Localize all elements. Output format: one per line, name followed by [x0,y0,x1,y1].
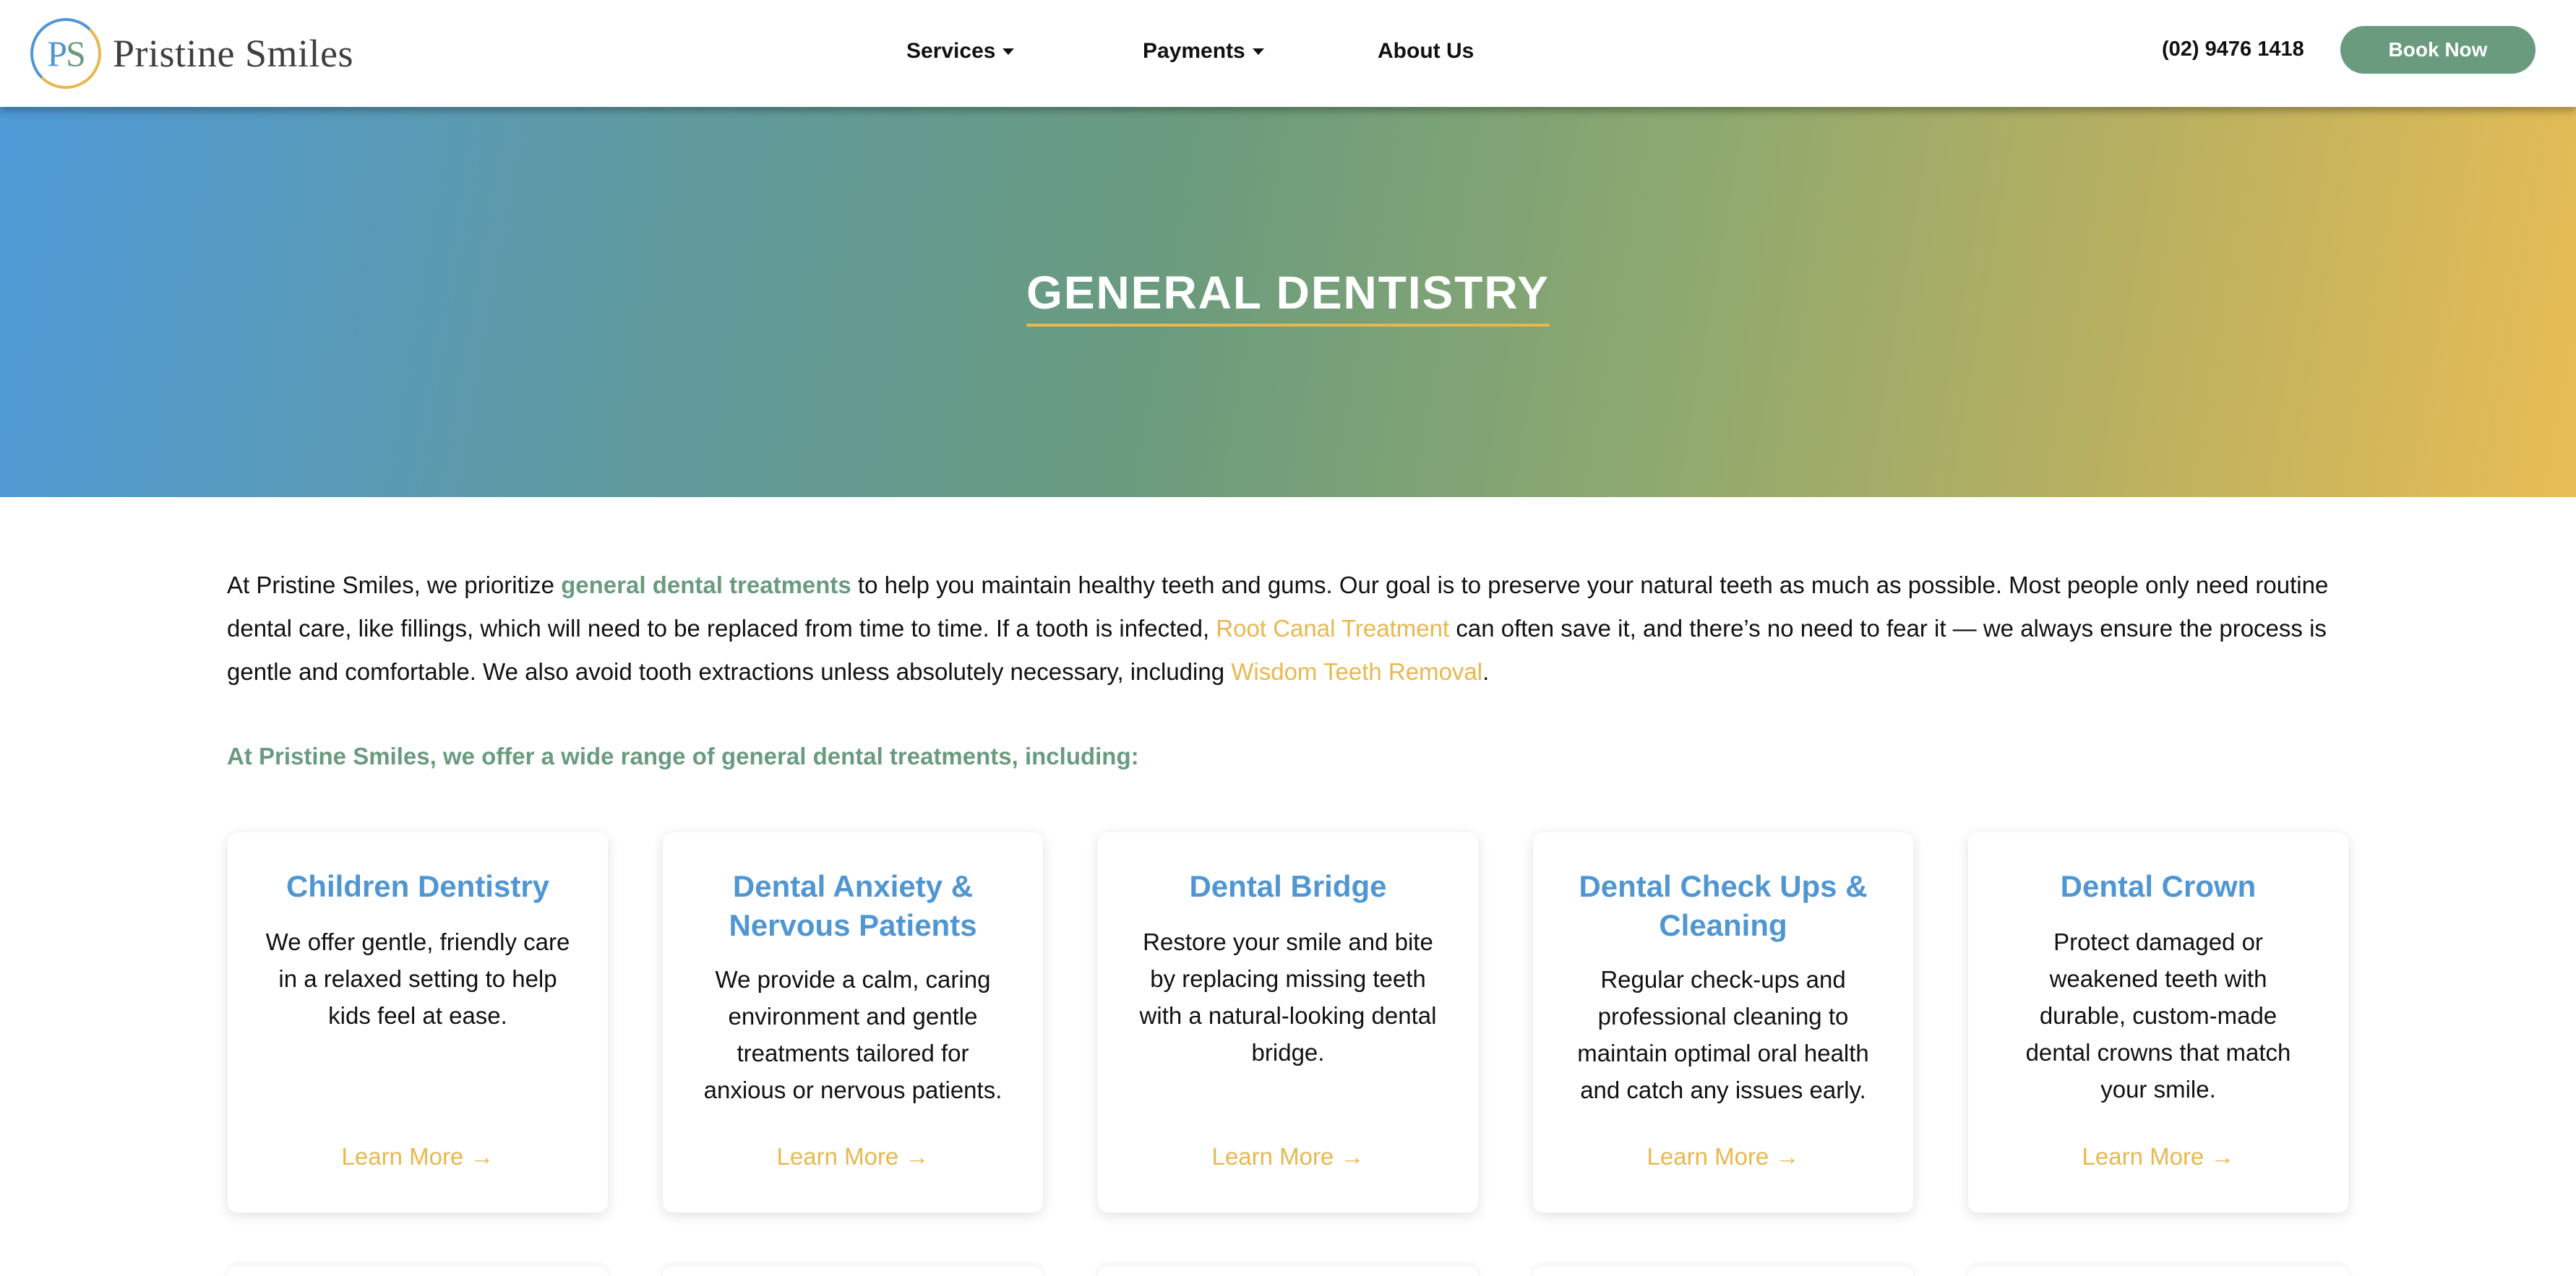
nav-about-us[interactable]: About Us [1378,39,1474,64]
service-card-next-row [663,1266,1043,1276]
service-card-next-row [1968,1266,2348,1276]
learn-more-link[interactable]: Learn More → [1098,1143,1478,1171]
card-title: Dental Crown [2060,869,2257,903]
page-title-text: GENERAL DENTISTRY [1026,266,1550,327]
phone-link[interactable]: (02) 9476 1418 [2162,38,2304,61]
service-card-dental-crown: Dental Crown Protect damaged or weakened… [1968,832,2348,1212]
hero-banner: GENERAL DENTISTRY [0,107,2576,497]
card-description: Protect damaged or weakened teeth with d… [2025,928,2291,1103]
card-title: Dental Bridge [1189,869,1387,903]
card-description: We provide a calm, caring environment an… [703,966,1003,1103]
intro-text: At Pristine Smiles, we prioritize [227,572,562,598]
general-treatments-link[interactable]: general dental treatments [561,572,851,598]
wisdom-teeth-link[interactable]: Wisdom Teeth Removal [1231,658,1482,685]
site-header: PS Pristine Smiles Services Payments Abo… [0,0,2576,107]
nav-services-label: Services [906,39,996,63]
learn-more-link[interactable]: Learn More → [1533,1143,1913,1171]
nav-payments[interactable]: Payments [1143,39,1264,64]
root-canal-link[interactable]: Root Canal Treatment [1216,615,1449,642]
page-title: GENERAL DENTISTRY [0,266,2576,327]
nav-services[interactable]: Services [906,39,1015,64]
nav-about-us-label: About Us [1378,39,1474,63]
chevron-down-icon [1003,48,1015,55]
card-title: Dental Anxiety & Nervous Patients [729,869,977,942]
service-card-dental-anxiety: Dental Anxiety & Nervous Patients We pro… [663,832,1043,1212]
service-card-children-dentistry: Children Dentistry We offer gentle, frie… [228,832,608,1212]
card-description: Regular check-ups and professional clean… [1577,966,1869,1103]
card-description: We offer gentle, friendly care in a rela… [265,928,570,1029]
learn-more-link[interactable]: Learn More → [228,1143,608,1171]
card-title: Dental Check Ups & Cleaning [1579,869,1868,942]
book-now-button[interactable]: Book Now [2340,26,2536,74]
nav-payments-label: Payments [1143,39,1245,63]
service-card-next-row [1533,1266,1913,1276]
intro-text: . [1482,658,1490,685]
learn-more-link[interactable]: Learn More → [663,1143,1043,1171]
intro-paragraph: At Pristine Smiles, we prioritize genera… [227,564,2345,694]
card-description: Restore your smile and bite by replacing… [1139,928,1437,1066]
card-title: Children Dentistry [285,869,550,903]
service-card-check-ups-cleaning: Dental Check Ups & Cleaning Regular chec… [1533,832,1913,1212]
learn-more-link[interactable]: Learn More → [1968,1143,2348,1171]
chevron-down-icon [1252,48,1264,55]
service-card-dental-bridge: Dental Bridge Restore your smile and bit… [1098,832,1478,1212]
service-card-next-row [228,1266,608,1276]
offer-heading: At Pristine Smiles, we offer a wide rang… [227,743,1139,770]
service-card-next-row [1098,1266,1478,1276]
